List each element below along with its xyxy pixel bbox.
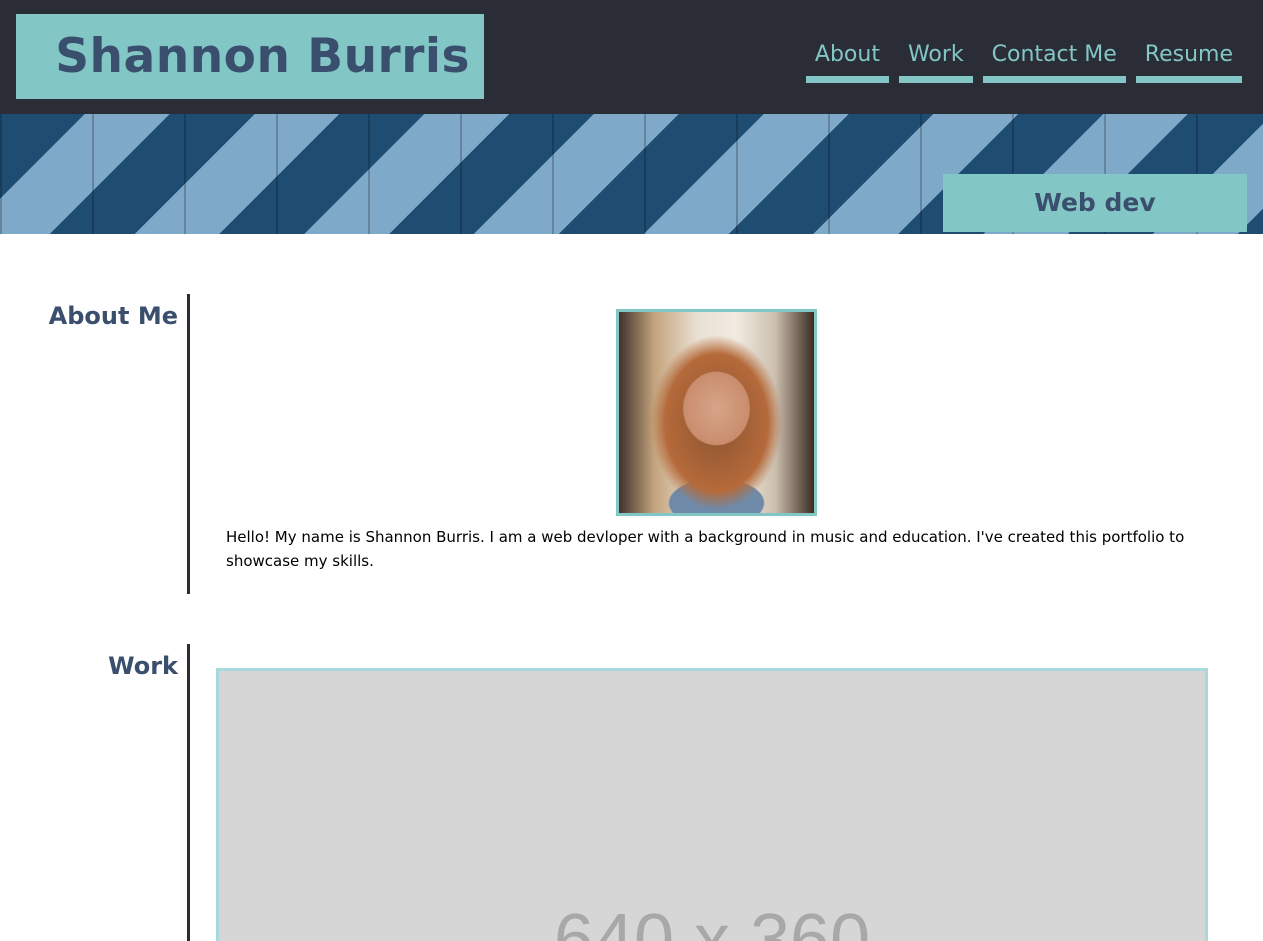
work-section-title: Work [108,652,178,680]
about-bio-text: Hello! My name is Shannon Burris. I am a… [226,528,1185,570]
brand-block: Shannon Burris [16,14,484,99]
work-project-image[interactable]: 640 x 360 [216,668,1208,941]
hero-tagline: Web dev extraordinaire [943,174,1247,232]
nav-link-work[interactable]: Work [898,40,973,83]
about-section-divider [187,294,190,594]
placeholder-size-label: 640 x 360 [553,900,871,941]
profile-photo [616,309,817,516]
main-nav: About Work Contact Me Resume [805,40,1242,83]
site-owner-name: Shannon Burris [55,29,470,84]
site-header: Shannon Burris About Work Contact Me Res… [0,0,1263,114]
nav-link-resume[interactable]: Resume [1135,40,1242,83]
portfolio-page: Shannon Burris About Work Contact Me Res… [0,0,1263,941]
nav-link-contact[interactable]: Contact Me [982,40,1126,83]
hero-banner: Web dev extraordinaire [0,114,1263,234]
work-section-divider [187,644,190,941]
about-section-title: About Me [48,302,178,330]
nav-link-about[interactable]: About [805,40,889,83]
